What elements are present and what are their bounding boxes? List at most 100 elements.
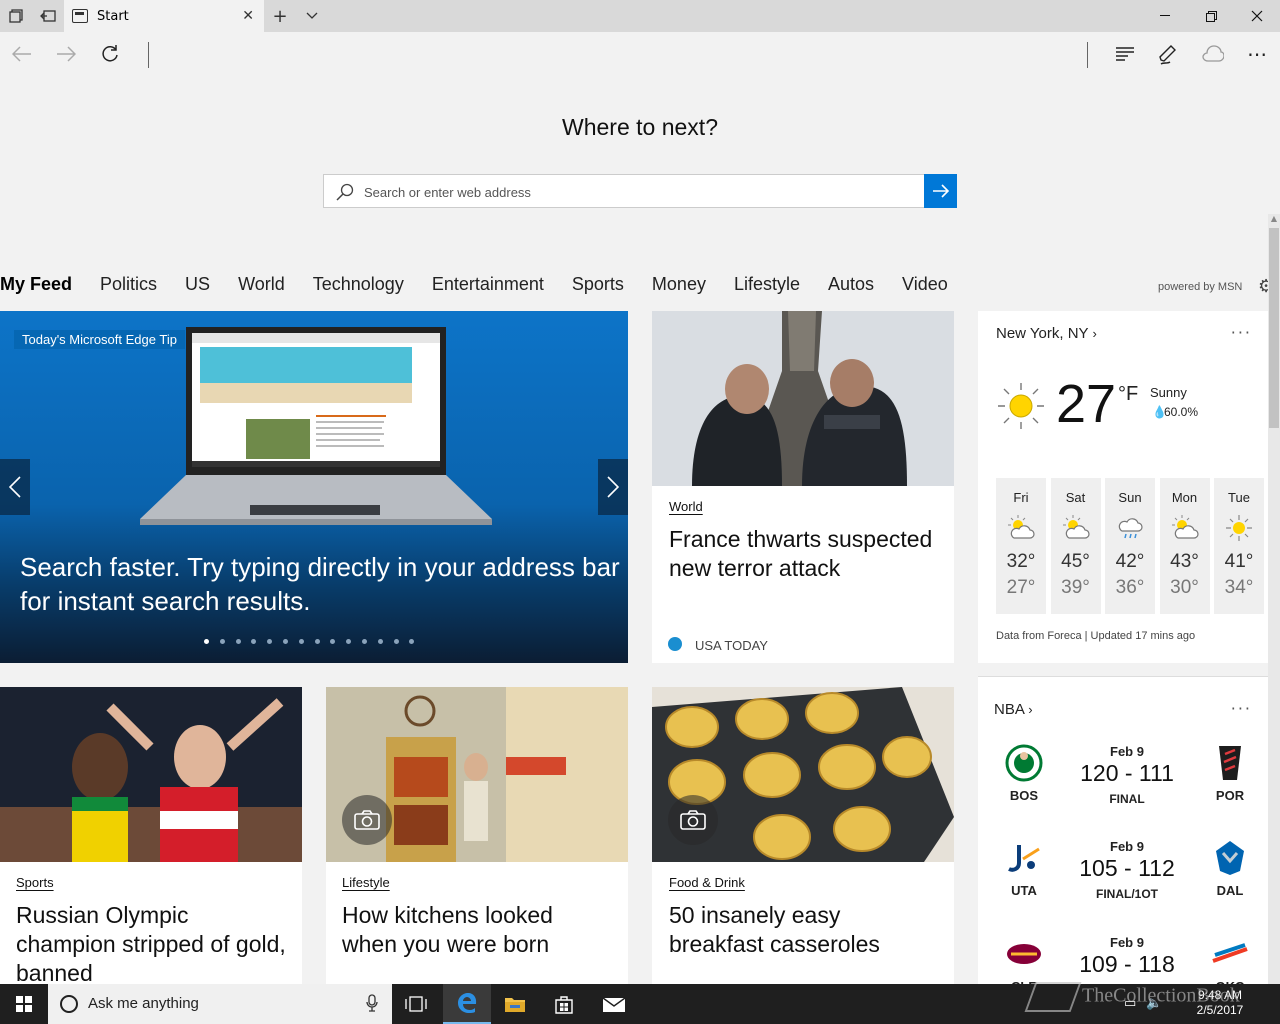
partly-sunny-icon [1160,513,1210,549]
carousel-dot[interactable] [330,639,336,644]
carousel-dot[interactable] [267,639,273,644]
nba-widget: NBA › ··· Feb 9 120 - 111 FINAL BOS POR … [978,676,1268,994]
tab-autos[interactable]: Autos [828,274,874,300]
tab-lifestyle[interactable]: Lifestyle [734,274,800,300]
article-title[interactable]: France thwarts suspected new terror atta… [669,525,939,583]
tab-us[interactable]: US [185,274,210,300]
news-card-kitchens[interactable]: Lifestyle How kitchens looked when you w… [326,687,628,984]
tab-technology[interactable]: Technology [313,274,404,300]
tab-my-feed[interactable]: My Feed [0,274,72,300]
store-button[interactable] [540,984,588,1024]
go-button[interactable] [924,174,957,208]
web-note-icon[interactable] [1156,42,1182,66]
forecast-day-sun[interactable]: Sun 42° 36° [1105,478,1155,614]
featured-title[interactable]: Search faster. Try typing directly in yo… [20,550,620,618]
forecast-day-tue[interactable]: Tue 41° 34° [1214,478,1264,614]
carousel-dot[interactable] [204,639,209,644]
weather-source[interactable]: Data from Foreca | Updated 17 mins ago [996,630,1195,642]
carousel-dot[interactable] [409,639,415,644]
tab-start[interactable]: Start ✕ [64,0,264,32]
cortana-search[interactable]: Ask me anything [48,984,392,1024]
search-input[interactable] [364,181,904,203]
scrollbar-thumb[interactable] [1269,228,1279,428]
news-card-france[interactable]: World France thwarts suspected new terro… [652,311,954,663]
article-category[interactable]: World [669,499,703,514]
tab-title: Start [97,8,129,24]
tab-bar: Start ✕ + [0,0,1280,32]
more-options-icon[interactable]: ⋯ [1244,42,1270,66]
back-button[interactable] [10,42,34,66]
article-category[interactable]: Sports [16,875,54,890]
carousel-dot[interactable] [298,639,304,644]
refresh-button[interactable] [98,42,122,66]
scroll-up-arrow[interactable]: ▲ [1268,214,1280,226]
temperature-unit[interactable]: °F [1118,383,1138,406]
nba-title-label: NBA [994,701,1025,718]
forecast-low: 36° [1115,577,1145,598]
tab-manager-icon[interactable] [8,8,24,24]
nba-title[interactable]: NBA › [994,701,1033,718]
carousel-dot[interactable] [282,639,288,644]
game-row[interactable]: Feb 9 105 - 112 FINAL/1OT UTA DAL [978,839,1268,929]
tab-sports[interactable]: Sports [572,274,624,300]
article-title[interactable]: Russian Olympic champion stripped of gol… [16,901,286,988]
carousel-dots[interactable] [204,639,425,644]
mail-button[interactable] [590,984,638,1024]
away-team: POR [1200,744,1260,803]
microphone-icon[interactable] [366,994,378,1016]
edge-icon [458,993,477,1013]
tab-money[interactable]: Money [652,274,706,300]
weather-widget: New York, NY › ··· 27 °F Sunny 💧 60.0% F… [978,311,1268,663]
forecast-day-sat[interactable]: Sat 45° 39° [1050,478,1101,614]
carousel-dot[interactable] [393,639,399,644]
tab-politics[interactable]: Politics [100,274,157,300]
hub-icon[interactable] [1112,42,1138,66]
carousel-dot[interactable] [346,639,352,644]
forward-button[interactable] [54,42,78,66]
edge-taskbar-button[interactable] [443,984,491,1024]
file-explorer-button[interactable] [491,984,539,1024]
nba-more-icon[interactable]: ··· [1231,699,1252,718]
close-tab-icon[interactable]: ✕ [242,8,254,24]
humidity-value: 60.0% [1164,405,1199,419]
tab-video[interactable]: Video [902,274,948,300]
watermark-text: TheCollectionBook [1082,984,1240,1007]
new-tab-icon[interactable]: + [272,6,288,27]
partly-sunny-icon [1051,513,1101,549]
article-category[interactable]: Food & Drink [669,875,745,890]
task-view-button[interactable] [392,984,440,1024]
game-row[interactable]: Feb 9 120 - 111 FINAL BOS POR [978,744,1268,834]
minimize-button[interactable] [1142,0,1188,32]
start-button[interactable] [0,984,48,1024]
carousel-dot[interactable] [219,639,225,644]
forecast-day-mon[interactable]: Mon 43° 30° [1159,478,1210,614]
carousel-next-button[interactable] [598,459,628,515]
carousel-prev-button[interactable] [0,459,30,515]
forecast-day-fri[interactable]: Fri 32° 27° [996,478,1046,614]
chevron-left-icon [9,476,21,498]
rain-icon [1105,513,1155,549]
set-tabs-aside-icon[interactable] [40,8,56,24]
tab-entertainment[interactable]: Entertainment [432,274,544,300]
forecast-high: 45° [1061,551,1090,572]
tab-world[interactable]: World [238,274,285,300]
search-box[interactable] [323,174,924,208]
weather-location[interactable]: New York, NY › [996,325,1097,342]
news-card-breakfast[interactable]: Food & Drink 50 insanely easy breakfast … [652,687,954,984]
chevron-right-icon [607,476,619,498]
close-window-button[interactable] [1234,0,1280,32]
weather-location-label: New York, NY [996,325,1089,342]
carousel-dot[interactable] [361,639,367,644]
article-title[interactable]: 50 insanely easy breakfast casseroles [669,901,939,959]
chevron-down-icon[interactable] [304,8,320,24]
restore-button[interactable] [1188,0,1234,32]
article-title[interactable]: How kitchens looked when you were born [342,901,612,959]
carousel-dot[interactable] [314,639,320,644]
carousel-dot[interactable] [377,639,383,644]
weather-more-icon[interactable]: ··· [1231,323,1252,342]
carousel-dot[interactable] [251,639,257,644]
news-card-russia[interactable]: Sports Russian Olympic champion stripped… [0,687,302,986]
share-icon[interactable] [1200,42,1226,66]
article-category[interactable]: Lifestyle [342,875,390,890]
carousel-dot[interactable] [235,639,241,644]
